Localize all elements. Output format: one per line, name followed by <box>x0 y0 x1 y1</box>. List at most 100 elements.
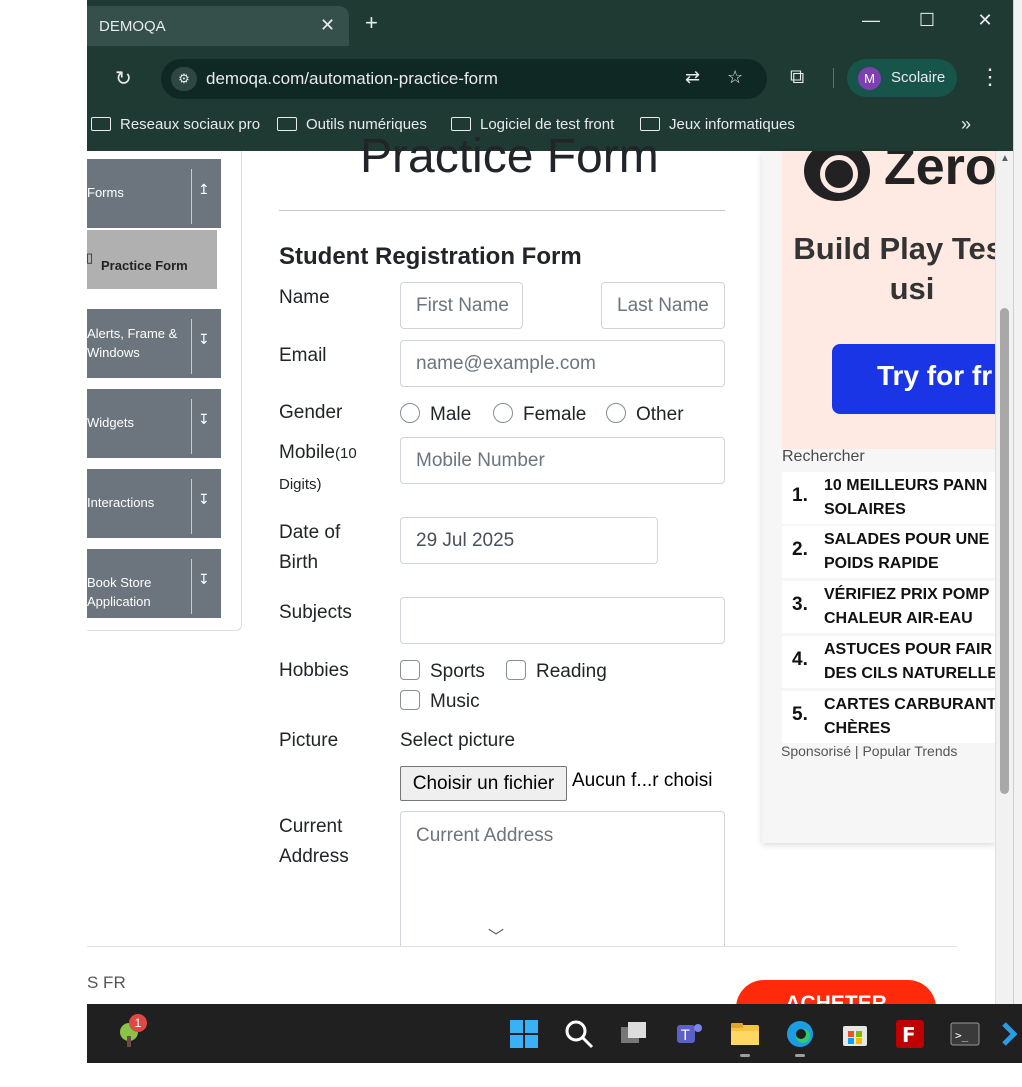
sidebar-group-book-store[interactable]: Book Store Application ↧ <box>87 549 221 618</box>
sidebar-group-interactions[interactable]: Interactions ↧ <box>87 469 221 538</box>
page-scrollbar[interactable]: ▲ <box>995 151 1013 1004</box>
chevron-down-icon[interactable]: ﹀ <box>488 923 504 947</box>
close-tab-icon[interactable]: ✕ <box>320 15 335 36</box>
group-divider <box>191 169 192 224</box>
trend-text: ASTUCES POUR FAIR DES CILS NATURELLE <box>824 641 995 682</box>
subjects-label: Subjects <box>279 602 352 623</box>
radio-circle[interactable] <box>400 403 420 423</box>
edge-browser-icon[interactable] <box>784 1018 816 1050</box>
choose-file-button[interactable]: Choisir un fichier <box>400 766 567 801</box>
mobile-label: Mobile(10 Digits) <box>279 438 379 500</box>
svg-text:T: T <box>680 1028 690 1044</box>
radio-circle[interactable] <box>606 403 626 423</box>
bottom-ad-banner[interactable]: S FR ACHETER <box>87 946 957 1004</box>
file-explorer-icon[interactable] <box>729 1018 761 1050</box>
teams-icon[interactable]: T <box>673 1018 705 1050</box>
menu-dots-icon[interactable]: ⋮ <box>979 64 1001 90</box>
group-label: Alerts, Frame & Windows <box>87 326 178 360</box>
date-of-birth-input[interactable]: 29 Jul 2025 <box>400 517 658 564</box>
file-status: Aucun f...r choisi <box>572 770 713 791</box>
checkbox-label: Sports <box>430 661 485 682</box>
windows-start-icon[interactable] <box>508 1018 540 1050</box>
terminal-icon[interactable]: >_ <box>949 1018 981 1050</box>
first-name-input[interactable]: First Name <box>400 282 523 329</box>
trend-text: SALADES POUR UNE POIDS RAPIDE <box>824 531 990 572</box>
ad-cta-button[interactable]: Try for fr <box>832 344 995 414</box>
gender-male-radio[interactable]: Male <box>400 403 471 426</box>
group-divider <box>191 559 192 614</box>
filezilla-icon[interactable]: F <box>894 1018 926 1050</box>
hobby-music-checkbox[interactable]: Music <box>400 690 480 713</box>
buy-button[interactable]: ACHETER <box>736 980 936 1004</box>
toolbar-separator <box>833 68 834 88</box>
mobile-input[interactable]: Mobile Number <box>400 437 725 484</box>
expand-icon[interactable]: ↧ <box>198 571 210 588</box>
extensions-icon[interactable]: ⧉ <box>790 66 804 89</box>
search-icon[interactable] <box>563 1018 595 1050</box>
ad-headline: Build Play Tests usi <box>793 231 995 306</box>
checkbox-box[interactable] <box>400 660 420 680</box>
gender-other-radio[interactable]: Other <box>606 403 684 426</box>
expand-icon[interactable]: ↧ <box>198 331 210 348</box>
bookmark-label: Jeux informatiques <box>669 116 795 133</box>
trend-item[interactable]: 4. ASTUCES POUR FAIR DES CILS NATURELLE <box>782 636 995 688</box>
sponsor-source[interactable]: Popular Trends <box>862 743 957 759</box>
sidebar-item-practice-form[interactable]: ▯ Practice Form <box>86 230 217 289</box>
bookmark-jeux[interactable]: Jeux informatiques <box>640 116 795 133</box>
subjects-input[interactable] <box>400 597 725 644</box>
expand-icon[interactable]: ↧ <box>198 411 210 428</box>
last-name-input[interactable]: Last Name <box>601 282 725 329</box>
sidebar-group-alerts[interactable]: Alerts, Frame & Windows ↧ <box>87 309 221 378</box>
svg-text:>_: >_ <box>955 1029 969 1042</box>
url-text[interactable]: demoqa.com/automation-practice-form <box>206 69 498 89</box>
email-input[interactable]: name@example.com <box>400 340 725 387</box>
sidebar-group-widgets[interactable]: Widgets ↧ <box>87 389 221 458</box>
gender-label: Gender <box>279 402 343 423</box>
select-picture-label: Select picture <box>400 730 516 751</box>
maximize-button[interactable]: ☐ <box>907 10 947 40</box>
bookmark-star-icon[interactable]: ☆ <box>727 67 743 88</box>
checkbox-box[interactable] <box>400 690 420 710</box>
reload-icon[interactable]: ↻ <box>115 66 132 91</box>
browser-tab[interactable]: DEMOQA ✕ <box>87 6 349 46</box>
sidebar-group-forms[interactable]: Forms ↥ <box>87 159 221 228</box>
bottom-margin <box>0 1063 1022 1087</box>
scroll-up-icon[interactable]: ▲ <box>1000 153 1010 164</box>
sponsor-line[interactable]: Sponsorisé | Popular Trends <box>781 743 957 759</box>
name-label: Name <box>279 287 330 308</box>
trend-number: 1. <box>792 485 808 506</box>
bookmarks-more-icon[interactable]: » <box>961 114 971 135</box>
sidebar: Forms ↥ ▯ Practice Form Alerts, Frame & … <box>86 151 242 631</box>
tab-title: DEMOQA <box>99 18 166 35</box>
hobby-sports-checkbox[interactable]: Sports <box>400 660 485 683</box>
ad-banner[interactable]: Zero Build Play Tests usi Try for fr <box>782 151 995 449</box>
radio-circle[interactable] <box>493 403 513 423</box>
hobby-reading-checkbox[interactable]: Reading <box>506 660 607 683</box>
expand-icon[interactable]: ↧ <box>198 491 210 508</box>
task-view-icon[interactable] <box>618 1018 650 1050</box>
store-icon[interactable] <box>839 1018 871 1050</box>
current-address-textarea[interactable]: Current Address <box>400 811 725 951</box>
app-icon[interactable] <box>1000 1018 1022 1050</box>
new-tab-button[interactable]: + <box>365 10 378 36</box>
gender-female-radio[interactable]: Female <box>493 403 586 426</box>
picture-label: Picture <box>279 730 339 751</box>
group-divider <box>191 399 192 454</box>
adjacent-window-edge <box>1013 0 1022 1004</box>
scrollbar-thumb[interactable] <box>1000 308 1009 794</box>
form-icon: ▯ <box>86 250 94 265</box>
minimize-button[interactable]: — <box>851 10 891 40</box>
trend-item[interactable]: 1. 10 MEILLEURS PANN SOLAIRES <box>782 472 995 524</box>
trend-item[interactable]: 5. CARTES CARBURANT CHÈRES <box>782 691 995 743</box>
trend-item[interactable]: 2. SALADES POUR UNE POIDS RAPIDE <box>782 526 995 578</box>
translate-icon[interactable]: ⇄ <box>685 67 700 88</box>
profile-button[interactable]: M Scolaire <box>847 59 957 97</box>
address-bar[interactable]: ⚙ demoqa.com/automation-practice-form ⇄ … <box>161 59 767 99</box>
close-window-button[interactable]: ✕ <box>965 10 1005 40</box>
checkbox-box[interactable] <box>506 660 526 680</box>
bookmark-reseaux[interactable]: Reseaux sociaux pro <box>91 116 260 133</box>
ad-panel[interactable]: Zero Build Play Tests usi Try for fr Rec… <box>762 151 995 843</box>
site-info-icon[interactable]: ⚙ <box>171 67 197 91</box>
trend-item[interactable]: 3. VÉRIFIEZ PRIX POMP CHALEUR AIR-EAU <box>782 581 995 633</box>
collapse-icon[interactable]: ↥ <box>198 181 210 198</box>
